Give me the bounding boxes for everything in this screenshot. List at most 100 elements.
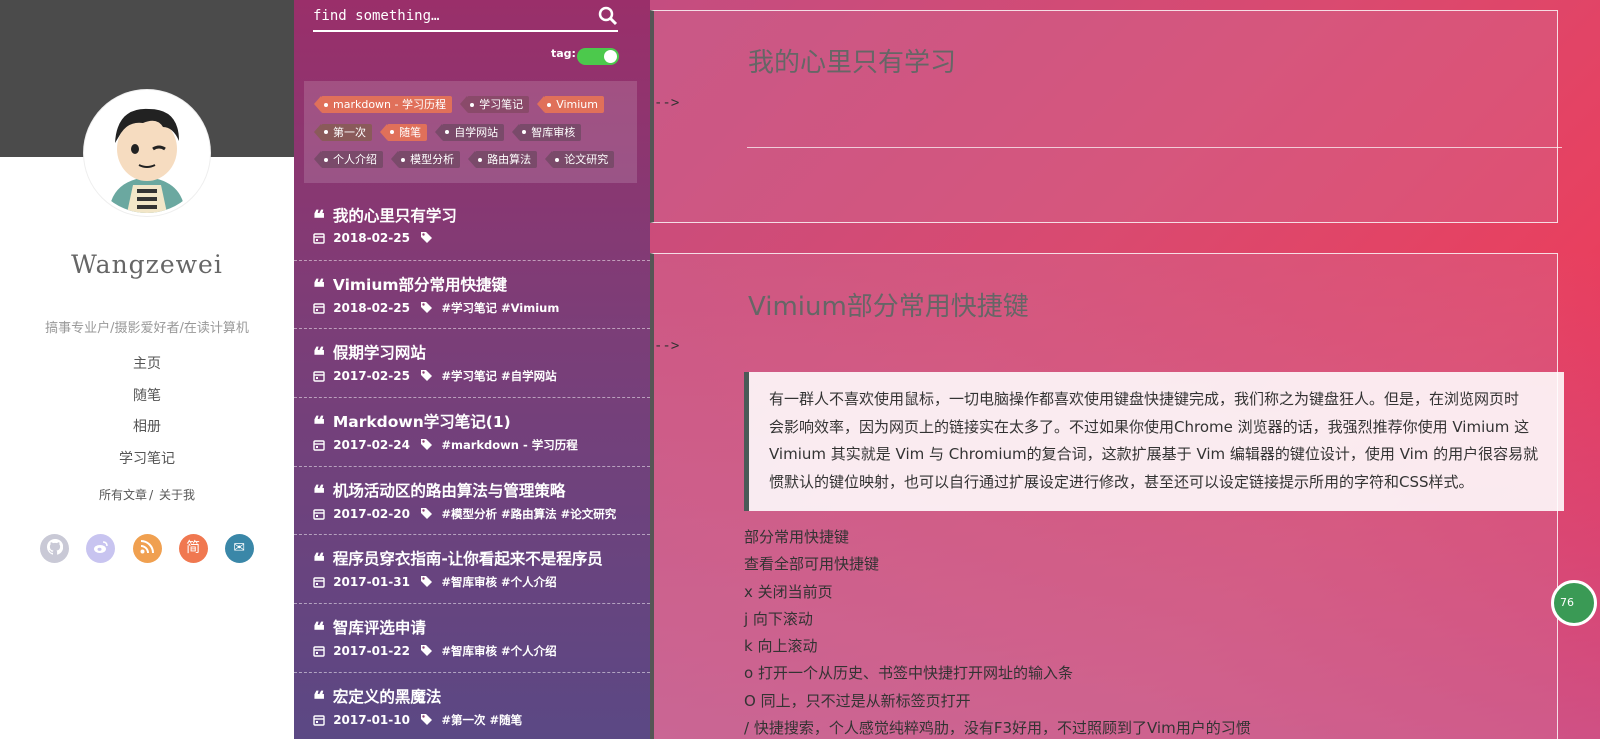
divider	[747, 147, 1562, 148]
nav-item-home[interactable]: 主页	[0, 354, 294, 386]
all-posts-link[interactable]: 所有文章	[99, 488, 147, 502]
list-item[interactable]: ❝ Vimium部分常用快捷键 2018-02-25 #学习笔记 #Vimium	[294, 261, 650, 330]
quote-line: 惯默认的键位映射，也可以自行通过扩展设定进行修改，甚至还可以设定链接提示所用的字…	[769, 472, 1474, 491]
tag-icon	[421, 301, 433, 313]
tag-icon	[421, 576, 433, 588]
list-item[interactable]: ❝ 我的心里只有学习 2018-02-25	[294, 192, 650, 261]
post-title[interactable]: 假期学习网站	[333, 344, 426, 362]
quote-icon: ❝	[313, 549, 325, 576]
tag-markdown[interactable]: markdown - 学习历程	[314, 96, 452, 113]
quote-icon: ❝	[313, 412, 325, 439]
main-content: 我的心里只有学习 --> Vimium部分常用快捷键 --> 有一群人不喜欢使用…	[650, 0, 1600, 739]
post-tags[interactable]: #智库审核 #个人介绍	[441, 644, 556, 658]
nav-item-notes[interactable]: 学习笔记	[0, 449, 294, 481]
post-title[interactable]: Markdown学习笔记(1)	[333, 413, 511, 431]
post-title[interactable]: 程序员穿衣指南-让你看起来不是程序员	[333, 550, 603, 568]
post-tags[interactable]: #第一次 #随笔	[441, 713, 522, 727]
tag-self-study-sites[interactable]: 自学网站	[435, 123, 505, 141]
tag-think-tank-review[interactable]: 智库审核	[512, 123, 582, 141]
tag-paper-research[interactable]: 论文研究	[545, 151, 615, 168]
quote-icon: ❝	[313, 686, 325, 713]
quote-line: 会影响效率，因为网页上的链接实在太多了。不过如果你使用Chrome 浏览器的话，…	[769, 417, 1530, 436]
author-name: Wangzewei	[71, 250, 223, 279]
tag-toggle-switch[interactable]	[577, 48, 619, 65]
nav-item-album[interactable]: 相册	[0, 417, 294, 449]
toggle-knob	[604, 50, 617, 63]
search-icon[interactable]	[598, 6, 618, 26]
post-tags[interactable]: #模型分析 #路由算法 #论文研究	[441, 507, 616, 521]
rss-icon[interactable]	[132, 534, 162, 563]
calendar-icon	[313, 715, 325, 726]
tag-icon	[421, 439, 433, 451]
social-links: 简 ✉	[0, 534, 294, 563]
body-line: 查看全部可用快捷键	[744, 555, 880, 574]
tag-routing-algorithm[interactable]: 路由算法	[468, 151, 538, 168]
post-title[interactable]: 我的心里只有学习	[748, 42, 956, 79]
tag-personal-intro[interactable]: 个人介绍	[314, 151, 383, 168]
jianshu-icon[interactable]: 简	[178, 534, 208, 563]
author-tagline: 搞事专业户/摄影爱好者/在读计算机	[45, 321, 249, 336]
post-title[interactable]: 我的心里只有学习	[333, 207, 457, 225]
avatar[interactable]	[84, 90, 210, 216]
post-list: ❝ 我的心里只有学习 2018-02-25 ❝ Vimium部分常用快捷键 2018…	[294, 192, 650, 739]
body-line: j 向下滚动	[744, 609, 813, 628]
post-date: 2017-01-10	[333, 712, 410, 727]
tag-icon	[421, 507, 433, 519]
subnav-separator: /	[149, 488, 154, 502]
post-tags[interactable]: #markdown - 学习历程	[441, 438, 577, 452]
quote-icon: ❝	[313, 343, 325, 370]
weibo-icon[interactable]	[86, 534, 116, 563]
body-line: k 向上滚动	[744, 637, 818, 656]
tag-vimium[interactable]: Vimium	[537, 96, 604, 113]
post-title[interactable]: 智库评选申请	[333, 619, 426, 637]
search-bar[interactable]: find something…	[313, 4, 618, 32]
post-date: 2017-01-31	[333, 575, 410, 590]
calendar-icon	[313, 233, 325, 244]
sidebar: Wangzewei 搞事专业户/摄影爱好者/在读计算机 主页 随笔 相册 学习笔…	[0, 0, 294, 739]
post-date: 2017-02-24	[333, 438, 410, 453]
email-icon[interactable]: ✉	[224, 534, 254, 563]
tag-study-notes[interactable]: 学习笔记	[460, 96, 530, 113]
list-item[interactable]: ❝ 假期学习网站 2017-02-25 #学习笔记 #自学网站	[294, 329, 650, 399]
list-item[interactable]: ❝ 程序员穿衣指南-让你看起来不是程序员 2017-01-31 #智库审核 #个人…	[294, 535, 650, 605]
post-date: 2018-02-25	[333, 231, 410, 245]
tag-icon	[421, 645, 433, 657]
post-tags[interactable]: #学习笔记 #Vimium	[441, 301, 559, 315]
calendar-icon	[313, 302, 325, 314]
quote-icon: ❝	[313, 274, 325, 301]
post-card: Vimium部分常用快捷键 --> 有一群人不喜欢使用鼠标，一切电脑操作都喜欢使…	[650, 253, 1564, 739]
comment-arrow: -->	[654, 95, 680, 111]
tag-cloud: markdown - 学习历程 学习笔记 Vimium 第一次 随笔 自学网站 …	[304, 81, 637, 183]
quote-icon: ❝	[313, 480, 325, 507]
quote-line: 有一群人不喜欢使用鼠标，一切电脑操作都喜欢使用键盘快捷键完成，我们称之为键盘狂人…	[769, 390, 1520, 408]
list-item[interactable]: ❝ 机场活动区的路由算法与管理策略 2017-02-20 #模型分析 #路由算法 …	[294, 467, 650, 536]
post-tags[interactable]: #学习笔记 #自学网站	[441, 369, 556, 383]
search-input[interactable]: find something…	[313, 8, 439, 24]
tag-essay[interactable]: 随笔	[380, 123, 428, 141]
tag-toggle-label: tag:	[551, 47, 576, 60]
tag-first-time[interactable]: 第一次	[314, 123, 372, 141]
calendar-icon	[313, 440, 325, 451]
floating-badge[interactable]: 76	[1551, 580, 1597, 626]
body-line: 部分常用快捷键	[744, 528, 850, 546]
post-tags[interactable]: #智库审核 #个人介绍	[441, 575, 556, 589]
about-link[interactable]: 关于我	[159, 488, 195, 502]
tag-icon	[421, 713, 433, 725]
post-card: 我的心里只有学习 -->	[650, 10, 1562, 223]
calendar-icon	[313, 577, 325, 589]
post-title[interactable]: Vimium部分常用快捷键	[748, 286, 1029, 323]
nav-item-essays[interactable]: 随笔	[0, 386, 294, 418]
post-date: 2017-02-20	[333, 506, 410, 521]
post-title[interactable]: 宏定义的黑魔法	[333, 688, 442, 706]
list-item[interactable]: ❝ Markdown学习笔记(1) 2017-02-24 #markdown - …	[294, 398, 650, 467]
post-title[interactable]: Vimium部分常用快捷键	[333, 276, 507, 294]
tag-model-analysis[interactable]: 模型分析	[391, 151, 461, 168]
sidebar-subnav: 所有文章 / 关于我	[0, 486, 294, 503]
github-icon[interactable]	[40, 534, 70, 563]
avatar-illustration	[87, 93, 207, 213]
calendar-icon	[313, 371, 325, 383]
quote-line: Vimium 其实就是 Vim 与 Chromium的复合词，这款扩展基于 Vi…	[769, 445, 1539, 463]
list-item[interactable]: ❝ 宏定义的黑魔法 2017-01-10 #第一次 #随笔	[294, 673, 650, 739]
list-item[interactable]: ❝ 智库评选申请 2017-01-22 #智库审核 #个人介绍	[294, 604, 650, 673]
post-title[interactable]: 机场活动区的路由算法与管理策略	[333, 482, 566, 500]
